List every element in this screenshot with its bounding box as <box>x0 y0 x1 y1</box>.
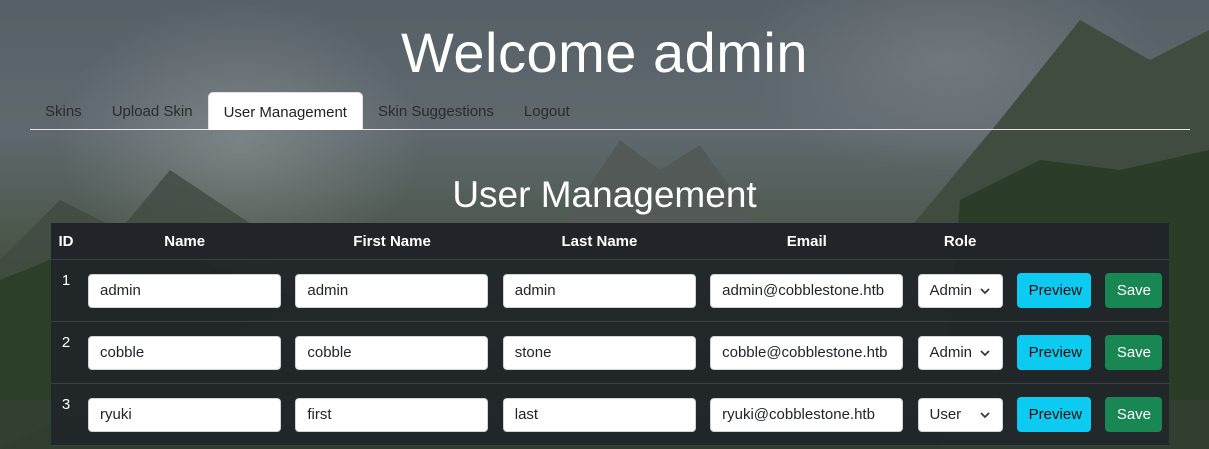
column-header-name: Name <box>81 223 289 260</box>
table-row: 1 Admin Preview Save <box>51 259 1169 322</box>
email-input[interactable] <box>710 335 904 370</box>
last-name-input[interactable] <box>502 273 696 308</box>
last-name-input[interactable] <box>502 397 696 432</box>
user-id: 3 <box>51 383 81 446</box>
email-input[interactable] <box>710 273 904 308</box>
first-name-input[interactable] <box>295 335 489 370</box>
column-header-role: Role <box>910 223 1010 260</box>
chevron-down-icon <box>979 411 990 418</box>
welcome-title: Welcome admin <box>401 21 808 84</box>
preview-button[interactable]: Preview <box>1016 273 1091 308</box>
column-header-preview <box>1009 223 1098 260</box>
role-value: Admin <box>929 282 973 299</box>
save-button[interactable]: Save <box>1104 397 1162 432</box>
tab-user-management[interactable]: User Management <box>207 92 363 130</box>
tab-upload-skin[interactable]: Upload Skin <box>97 92 208 129</box>
table-header-row: ID Name First Name Last Name Email Role <box>51 223 1169 260</box>
name-input[interactable] <box>88 273 281 308</box>
role-select[interactable]: Admin <box>917 335 1003 370</box>
column-header-last-name: Last Name <box>495 223 704 260</box>
column-header-email: Email <box>703 223 911 260</box>
column-header-id: ID <box>51 223 81 260</box>
tab-skin-suggestions[interactable]: Skin Suggestions <box>363 92 509 129</box>
tab-logout[interactable]: Logout <box>509 92 585 129</box>
role-select[interactable]: User <box>917 397 1003 432</box>
column-header-first-name: First Name <box>288 223 496 260</box>
name-input[interactable] <box>88 335 281 370</box>
section-title: User Management <box>452 174 757 215</box>
chevron-down-icon <box>979 349 990 356</box>
tab-skins[interactable]: Skins <box>30 92 97 129</box>
first-name-input[interactable] <box>295 273 489 308</box>
users-table: ID Name First Name Last Name Email Role … <box>51 223 1169 446</box>
last-name-input[interactable] <box>502 335 696 370</box>
preview-button[interactable]: Preview <box>1016 397 1091 432</box>
table-row: 2 Admin Preview Save <box>51 321 1169 384</box>
name-input[interactable] <box>88 397 281 432</box>
email-input[interactable] <box>710 397 904 432</box>
nav-tabs: Skins Upload Skin User Management Skin S… <box>30 92 1190 130</box>
save-button[interactable]: Save <box>1104 273 1162 308</box>
user-id: 1 <box>51 259 81 322</box>
table-row: 3 User Preview Save <box>51 383 1169 446</box>
preview-button[interactable]: Preview <box>1016 335 1091 370</box>
chevron-down-icon <box>979 287 990 294</box>
role-select[interactable]: Admin <box>917 273 1003 308</box>
user-id: 2 <box>51 321 81 384</box>
first-name-input[interactable] <box>295 397 489 432</box>
column-header-save <box>1097 223 1169 260</box>
role-value: Admin <box>929 344 973 361</box>
role-value: User <box>929 406 962 423</box>
save-button[interactable]: Save <box>1104 335 1162 370</box>
